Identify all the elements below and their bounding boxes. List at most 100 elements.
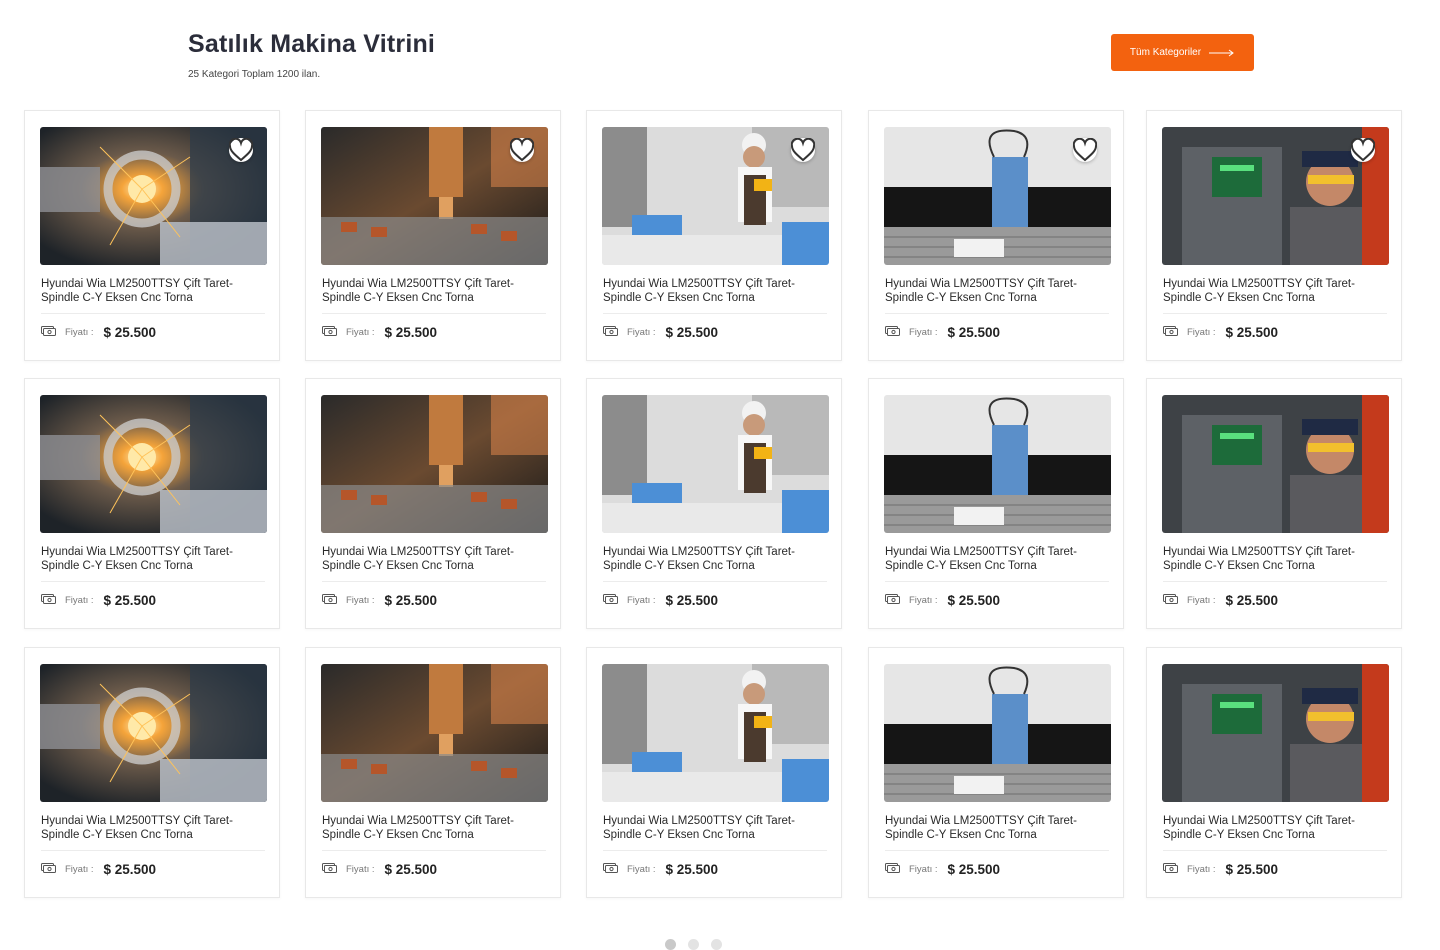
price-value: $ 25.500 [1225, 324, 1279, 340]
divider [603, 313, 827, 314]
money-icon [322, 323, 346, 341]
listing-card[interactable]: Hyundai Wia LM2500TTSY Çift Taret-Spindl… [24, 647, 280, 898]
money-icon [322, 591, 346, 609]
pagination-dots [665, 939, 722, 950]
listing-image[interactable] [602, 664, 829, 802]
listing-card[interactable]: Hyundai Wia LM2500TTSY Çift Taret-Spindl… [586, 110, 842, 361]
listing-title[interactable]: Hyundai Wia LM2500TTSY Çift Taret-Spindl… [1163, 814, 1389, 842]
price-label: Fiyatı : [65, 326, 94, 338]
money-icon [41, 591, 65, 609]
listing-card[interactable]: Hyundai Wia LM2500TTSY Çift Taret-Spindl… [305, 647, 561, 898]
listing-image[interactable] [1162, 127, 1389, 265]
listing-title[interactable]: Hyundai Wia LM2500TTSY Çift Taret-Spindl… [322, 277, 548, 305]
listing-card[interactable]: Hyundai Wia LM2500TTSY Çift Taret-Spindl… [305, 110, 561, 361]
pagination-dot[interactable] [665, 939, 676, 950]
price-label: Fiyatı : [1187, 863, 1216, 875]
listing-card[interactable]: Hyundai Wia LM2500TTSY Çift Taret-Spindl… [305, 378, 561, 629]
price-value: $ 25.500 [384, 861, 438, 877]
favorite-heart-icon[interactable] [1073, 138, 1097, 162]
money-icon [1163, 860, 1187, 878]
listing-card[interactable]: Hyundai Wia LM2500TTSY Çift Taret-Spindl… [1146, 110, 1402, 361]
price-value: $ 25.500 [103, 324, 157, 340]
listing-card[interactable]: Hyundai Wia LM2500TTSY Çift Taret-Spindl… [24, 110, 280, 361]
listing-image[interactable] [321, 664, 548, 802]
listing-image[interactable] [321, 395, 548, 533]
listing-title[interactable]: Hyundai Wia LM2500TTSY Çift Taret-Spindl… [885, 277, 1111, 305]
listing-title[interactable]: Hyundai Wia LM2500TTSY Çift Taret-Spindl… [322, 814, 548, 842]
divider [1163, 581, 1387, 582]
price-label: Fiyatı : [909, 326, 938, 338]
divider [322, 313, 546, 314]
listing-title[interactable]: Hyundai Wia LM2500TTSY Çift Taret-Spindl… [885, 814, 1111, 842]
listing-card[interactable]: Hyundai Wia LM2500TTSY Çift Taret-Spindl… [24, 378, 280, 629]
listing-title[interactable]: Hyundai Wia LM2500TTSY Çift Taret-Spindl… [41, 277, 267, 305]
listing-title[interactable]: Hyundai Wia LM2500TTSY Çift Taret-Spindl… [322, 545, 548, 573]
price-label: Fiyatı : [909, 863, 938, 875]
listing-image[interactable] [40, 664, 267, 802]
listing-title[interactable]: Hyundai Wia LM2500TTSY Çift Taret-Spindl… [603, 814, 829, 842]
price-row: Fiyatı : $ 25.500 [603, 324, 718, 340]
price-row: Fiyatı : $ 25.500 [41, 324, 156, 340]
section-header: Satılık Makina Vitrini 25 Kategori Topla… [188, 30, 435, 80]
price-row: Fiyatı : $ 25.500 [322, 324, 437, 340]
price-value: $ 25.500 [947, 861, 1001, 877]
divider [41, 850, 265, 851]
listing-image[interactable] [884, 127, 1111, 265]
listing-card[interactable]: Hyundai Wia LM2500TTSY Çift Taret-Spindl… [868, 378, 1124, 629]
price-label: Fiyatı : [627, 326, 656, 338]
money-icon [885, 323, 909, 341]
listing-image[interactable] [602, 395, 829, 533]
price-row: Fiyatı : $ 25.500 [603, 861, 718, 877]
price-label: Fiyatı : [346, 326, 375, 338]
listing-title[interactable]: Hyundai Wia LM2500TTSY Çift Taret-Spindl… [885, 545, 1111, 573]
listing-card[interactable]: Hyundai Wia LM2500TTSY Çift Taret-Spindl… [868, 647, 1124, 898]
listing-title[interactable]: Hyundai Wia LM2500TTSY Çift Taret-Spindl… [1163, 277, 1389, 305]
price-label: Fiyatı : [65, 594, 94, 606]
price-label: Fiyatı : [346, 863, 375, 875]
listing-image[interactable] [1162, 664, 1389, 802]
price-label: Fiyatı : [627, 594, 656, 606]
listing-image[interactable] [1162, 395, 1389, 533]
price-value: $ 25.500 [665, 324, 719, 340]
listing-image[interactable] [40, 395, 267, 533]
listing-card[interactable]: Hyundai Wia LM2500TTSY Çift Taret-Spindl… [586, 378, 842, 629]
listing-title[interactable]: Hyundai Wia LM2500TTSY Çift Taret-Spindl… [41, 814, 267, 842]
listing-card[interactable]: Hyundai Wia LM2500TTSY Çift Taret-Spindl… [868, 110, 1124, 361]
all-categories-label: Tüm Kategoriler [1129, 47, 1202, 58]
favorite-heart-icon[interactable] [510, 138, 534, 162]
listing-title[interactable]: Hyundai Wia LM2500TTSY Çift Taret-Spindl… [1163, 545, 1389, 573]
favorite-heart-icon[interactable] [229, 138, 253, 162]
listing-card[interactable]: Hyundai Wia LM2500TTSY Çift Taret-Spindl… [1146, 378, 1402, 629]
pagination-dot[interactable] [688, 939, 699, 950]
price-label: Fiyatı : [65, 863, 94, 875]
listing-image[interactable] [884, 395, 1111, 533]
money-icon [885, 591, 909, 609]
price-row: Fiyatı : $ 25.500 [322, 592, 437, 608]
price-row: Fiyatı : $ 25.500 [885, 324, 1000, 340]
price-label: Fiyatı : [1187, 594, 1216, 606]
listing-image[interactable] [321, 127, 548, 265]
listing-card[interactable]: Hyundai Wia LM2500TTSY Çift Taret-Spindl… [586, 647, 842, 898]
favorite-heart-icon[interactable] [1351, 138, 1375, 162]
favorite-heart-icon[interactable] [791, 138, 815, 162]
price-row: Fiyatı : $ 25.500 [885, 861, 1000, 877]
price-row: Fiyatı : $ 25.500 [885, 592, 1000, 608]
listing-title[interactable]: Hyundai Wia LM2500TTSY Çift Taret-Spindl… [603, 277, 829, 305]
listing-count: 25 Kategori Toplam 1200 ilan. [188, 69, 321, 80]
pagination-dot[interactable] [711, 939, 722, 950]
money-icon [1163, 323, 1187, 341]
money-icon [1163, 591, 1187, 609]
divider [1163, 850, 1387, 851]
listing-image[interactable] [602, 127, 829, 265]
money-icon [603, 591, 627, 609]
listing-card[interactable]: Hyundai Wia LM2500TTSY Çift Taret-Spindl… [1146, 647, 1402, 898]
listing-title[interactable]: Hyundai Wia LM2500TTSY Çift Taret-Spindl… [41, 545, 267, 573]
all-categories-button[interactable]: Tüm Kategoriler [1111, 34, 1254, 71]
price-label: Fiyatı : [627, 863, 656, 875]
listing-image[interactable] [884, 664, 1111, 802]
price-row: Fiyatı : $ 25.500 [41, 592, 156, 608]
divider [885, 313, 1109, 314]
listing-title[interactable]: Hyundai Wia LM2500TTSY Çift Taret-Spindl… [603, 545, 829, 573]
divider [885, 850, 1109, 851]
listing-image[interactable] [40, 127, 267, 265]
